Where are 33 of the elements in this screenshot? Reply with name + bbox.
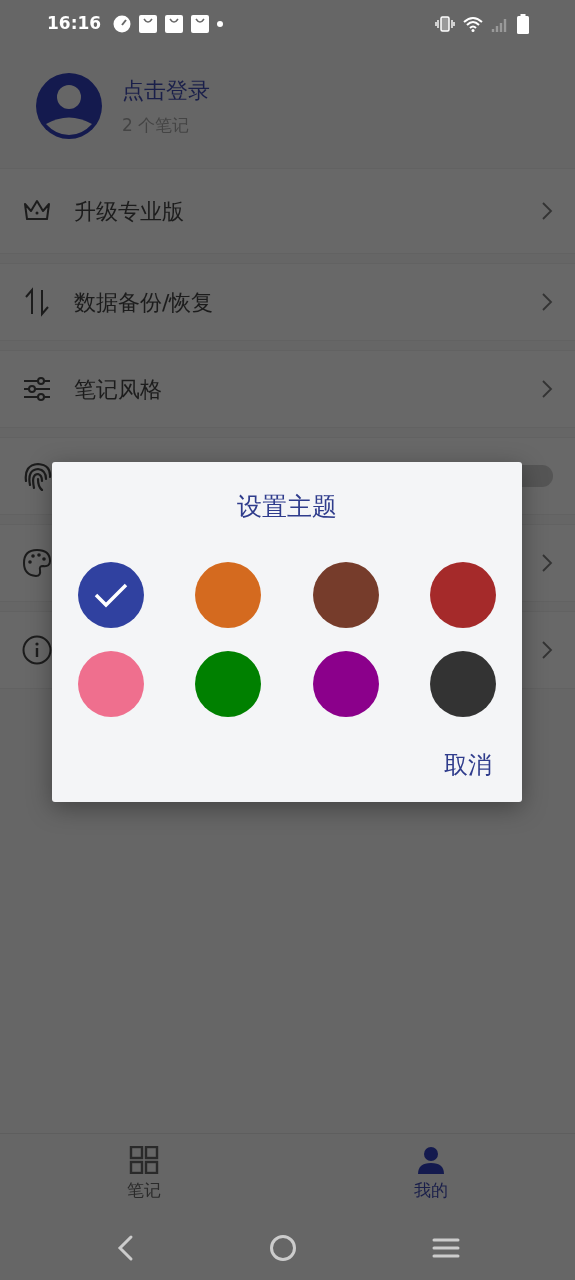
chevron-right-icon	[541, 379, 553, 399]
dialog-title: 设置主题	[236, 491, 338, 523]
battery-icon	[517, 14, 529, 34]
home-icon	[269, 1233, 298, 1262]
vibrate-icon	[435, 16, 455, 32]
bag-icon	[165, 15, 184, 33]
bag-icon	[191, 15, 210, 33]
info-icon	[22, 635, 52, 665]
person-icon	[416, 1146, 447, 1174]
login-link[interactable]: 点击登录	[122, 73, 210, 107]
sliders-icon	[22, 374, 52, 404]
nav-tab[interactable]: 我的	[287, 1134, 575, 1215]
avatar-icon	[36, 73, 102, 139]
fingerprint-icon	[22, 461, 52, 491]
palette-icon	[22, 548, 52, 578]
bag-icon	[139, 15, 158, 33]
cancel-button[interactable]: 取消	[440, 746, 496, 783]
status-time: 16:16	[47, 12, 102, 36]
menu-label[interactable]: 数据备份/恢复	[74, 285, 214, 319]
chevron-right-icon	[541, 292, 553, 312]
signal-icon	[491, 16, 509, 32]
check-icon	[94, 581, 128, 608]
wifi-icon	[463, 16, 483, 32]
menu-label[interactable]: 升级专业版	[74, 194, 184, 228]
chevron-right-icon	[541, 640, 553, 660]
chevron-right-icon	[541, 201, 553, 221]
sort-arrows-icon	[22, 287, 52, 317]
dot-icon	[217, 21, 224, 27]
chevron-right-icon	[541, 553, 553, 573]
gauge-icon	[113, 15, 132, 33]
grid-icon	[128, 1146, 159, 1174]
menu-label[interactable]: 笔记风格	[74, 372, 162, 406]
nav-tab[interactable]: 笔记	[0, 1134, 288, 1215]
